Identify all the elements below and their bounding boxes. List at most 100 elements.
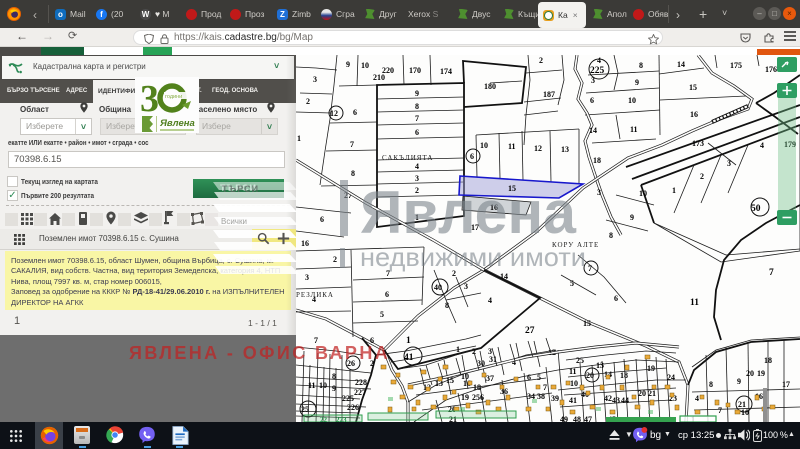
svg-text:49: 49 (560, 415, 568, 422)
svg-text:41: 41 (404, 353, 414, 363)
svg-text:176: 176 (765, 65, 777, 74)
svg-text:9: 9 (737, 377, 741, 386)
svg-text:173: 173 (692, 139, 704, 148)
svg-text:7: 7 (415, 114, 419, 123)
svg-text:12: 12 (534, 144, 542, 153)
svg-text:години: години (165, 94, 182, 100)
svg-text:9: 9 (630, 213, 634, 222)
svg-text:8: 8 (445, 301, 449, 310)
svg-text:9: 9 (332, 384, 336, 393)
svg-text:10: 10 (570, 379, 578, 388)
svg-text:10: 10 (639, 189, 647, 198)
svg-text:9: 9 (346, 60, 350, 69)
svg-text:16: 16 (690, 110, 698, 119)
svg-text:9: 9 (415, 89, 419, 98)
svg-text:РЕЗЛИКА: РЕЗЛИКА (296, 291, 334, 299)
svg-text:20: 20 (746, 369, 754, 378)
svg-text:19: 19 (647, 364, 655, 373)
svg-text:2: 2 (333, 255, 337, 264)
svg-text:18: 18 (593, 156, 601, 165)
svg-text:7: 7 (718, 406, 722, 415)
svg-text:2: 2 (539, 56, 543, 65)
svg-text:6: 6 (320, 215, 324, 224)
svg-text:42: 42 (604, 394, 612, 403)
svg-text:50: 50 (751, 204, 761, 214)
svg-text:9: 9 (635, 78, 639, 87)
svg-text:18: 18 (620, 371, 628, 380)
svg-text:17: 17 (782, 380, 790, 389)
svg-text:1: 1 (406, 336, 411, 346)
svg-text:Явлена: Явлена (159, 118, 195, 129)
svg-text:21: 21 (648, 389, 656, 398)
svg-text:6: 6 (614, 294, 618, 303)
svg-text:18: 18 (764, 356, 772, 365)
svg-text:1: 1 (672, 186, 676, 195)
svg-text:11: 11 (508, 142, 516, 151)
svg-text:10: 10 (361, 61, 369, 70)
svg-text:2: 2 (472, 347, 476, 356)
svg-text:6: 6 (353, 108, 357, 117)
svg-text:187: 187 (543, 90, 555, 99)
svg-text:5: 5 (380, 310, 384, 319)
svg-text:3: 3 (727, 159, 731, 168)
svg-text:10: 10 (628, 96, 636, 105)
svg-text:228: 228 (355, 378, 367, 387)
svg-text:1: 1 (297, 134, 301, 143)
svg-text:180: 180 (484, 82, 496, 91)
svg-text:3: 3 (313, 75, 317, 84)
svg-text:47: 47 (584, 415, 592, 422)
svg-text:24: 24 (667, 373, 675, 382)
svg-text:6: 6 (590, 96, 594, 105)
svg-text:4: 4 (695, 394, 699, 403)
svg-text:3: 3 (597, 188, 601, 197)
svg-text:16: 16 (301, 239, 309, 248)
svg-text:25: 25 (576, 356, 584, 365)
svg-text:11: 11 (569, 367, 577, 376)
svg-text:256: 256 (472, 393, 484, 402)
svg-text:225: 225 (590, 66, 605, 76)
svg-text:10: 10 (319, 381, 327, 390)
svg-text:6: 6 (385, 290, 389, 299)
svg-text:226: 226 (347, 403, 359, 412)
svg-text:15: 15 (689, 83, 697, 92)
svg-text:4: 4 (597, 56, 601, 65)
svg-text:11: 11 (630, 125, 638, 134)
svg-text:227: 227 (354, 388, 366, 397)
svg-text:3: 3 (488, 347, 492, 356)
svg-text:19: 19 (757, 369, 765, 378)
svg-text:8: 8 (351, 169, 355, 178)
svg-text:44: 44 (621, 396, 629, 405)
svg-text:41: 41 (569, 396, 577, 405)
svg-text:170: 170 (409, 66, 421, 75)
svg-text:37: 37 (486, 374, 494, 383)
svg-text:8: 8 (709, 380, 713, 389)
svg-text:6: 6 (415, 128, 419, 137)
svg-text:5: 5 (537, 373, 541, 382)
svg-text:10: 10 (741, 408, 749, 417)
svg-text:14: 14 (589, 126, 597, 135)
svg-text:4: 4 (415, 162, 419, 171)
svg-text:11: 11 (690, 298, 699, 308)
svg-text:48: 48 (573, 415, 581, 422)
svg-text:210: 210 (373, 73, 385, 82)
svg-text:15: 15 (583, 319, 591, 328)
svg-text:7: 7 (769, 268, 774, 278)
svg-text:27: 27 (525, 326, 535, 336)
svg-text:2: 2 (700, 172, 704, 181)
svg-text:недвижими имоти: недвижими имоти (360, 242, 586, 272)
svg-text:САКЪЛИЯТА: САКЪЛИЯТА (382, 154, 433, 162)
svg-text:8: 8 (639, 61, 643, 70)
svg-text:19: 19 (461, 393, 469, 402)
svg-text:3: 3 (591, 76, 595, 85)
svg-text:13: 13 (596, 361, 604, 370)
svg-text:38: 38 (537, 392, 545, 401)
svg-text:6: 6 (470, 152, 474, 161)
svg-text:4: 4 (488, 296, 492, 305)
svg-text:8: 8 (415, 102, 419, 111)
svg-text:3: 3 (464, 282, 468, 291)
svg-text:13: 13 (561, 145, 569, 154)
svg-text:3: 3 (140, 78, 159, 120)
svg-text:Явлена: Явлена (360, 179, 577, 246)
svg-text:2: 2 (306, 97, 310, 106)
svg-text:174: 174 (440, 67, 452, 76)
